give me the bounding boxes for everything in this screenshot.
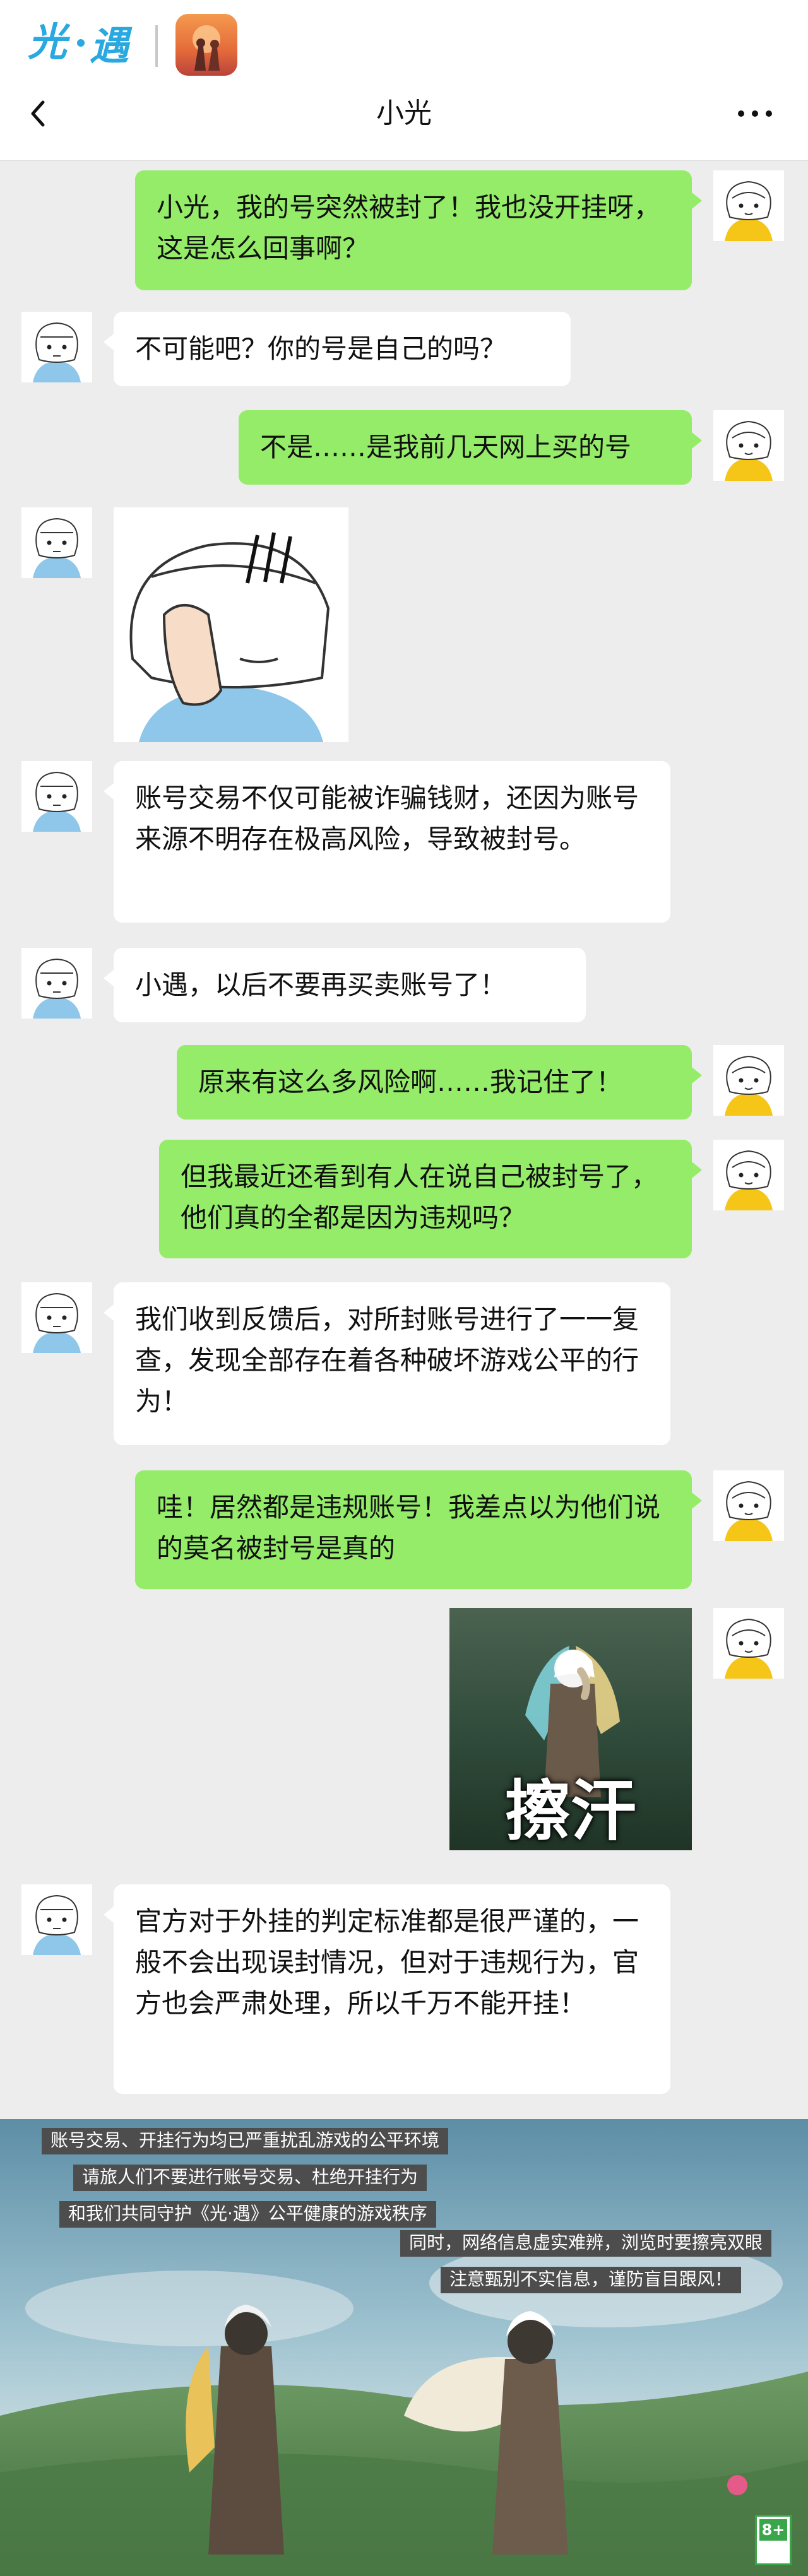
banner-caption: 和我们共同守护《光·遇》公平健康的游戏秩序 — [59, 2201, 436, 2228]
sticker-caption: 擦汗 — [504, 1773, 636, 1850]
bubble-tail — [104, 334, 114, 350]
bubble-tail — [104, 1906, 114, 1923]
notice-banner-image: 账号交易、开挂行为均已严重扰乱游戏的公平环境 请旅人们不要进行账号交易、杜绝开挂… — [0, 2119, 808, 2576]
bubble-tail — [692, 192, 702, 209]
more-options-icon[interactable] — [730, 95, 780, 133]
age-rating-badge: 8+ — [755, 2515, 792, 2565]
svg-text:光: 光 — [28, 19, 71, 65]
contact-avatar[interactable] — [21, 948, 92, 1019]
my-avatar[interactable] — [713, 410, 784, 481]
banner-caption: 账号交易、开挂行为均已严重扰乱游戏的公平环境 — [42, 2128, 449, 2154]
message-bubble-sent[interactable]: 小光，我的号突然被封了！我也没开挂呀，这是怎么回事啊？ — [135, 170, 692, 290]
chat-title: 小光 — [376, 97, 432, 129]
message-bubble-sent[interactable]: 哇！居然都是违规账号！我差点以为他们说的莫名被封号是真的 — [135, 1470, 692, 1589]
age-rating-text: 8+ — [759, 2519, 787, 2541]
contact-avatar[interactable] — [21, 507, 92, 578]
message-bubble-received[interactable]: 账号交易不仅可能被诈骗钱财，还因为账号来源不明存在极高风险，导致被封号。 — [114, 761, 670, 923]
bubble-tail — [692, 1067, 702, 1084]
my-avatar[interactable] — [713, 170, 784, 241]
message-bubble-sent[interactable]: 不是……是我前几天网上买的号 — [239, 410, 692, 485]
contact-avatar[interactable] — [21, 761, 92, 832]
bubble-tail — [692, 432, 702, 449]
my-avatar[interactable] — [713, 1045, 784, 1116]
wipe-sweat-sticker[interactable]: 擦汗 — [449, 1608, 692, 1850]
contact-avatar[interactable] — [21, 1884, 92, 1955]
message-bubble-received[interactable]: 不可能吧？你的号是自己的吗？ — [114, 312, 571, 386]
sky-logo: 光 遇 — [27, 13, 153, 69]
app-icon[interactable] — [175, 14, 237, 76]
my-avatar[interactable] — [713, 1140, 784, 1210]
message-bubble-sent[interactable]: 原来有这么多风险啊……我记住了！ — [177, 1045, 692, 1120]
contact-avatar[interactable] — [21, 1282, 92, 1353]
banner-caption: 同时，网络信息虚实难辨，浏览时要擦亮双眼 — [400, 2230, 772, 2257]
my-avatar[interactable] — [713, 1470, 784, 1541]
message-bubble-received[interactable]: 官方对于外挂的判定标准都是很严谨的，一般不会出现误封情况，但对于违规行为，官方也… — [114, 1884, 670, 2094]
bubble-tail — [692, 1162, 702, 1178]
message-bubble-received[interactable]: 我们收到反馈后，对所封账号进行了一一复查，发现全部存在着各种破坏游戏公平的行为！ — [114, 1282, 670, 1445]
facepalm-sticker[interactable] — [114, 507, 348, 742]
bubble-tail — [104, 1304, 114, 1321]
bubble-tail — [104, 783, 114, 800]
message-bubble-sent[interactable]: 但我最近还看到有人在说自己被封号了，他们真的全都是因为违规吗？ — [159, 1140, 692, 1258]
message-bubble-received[interactable]: 小遇，以后不要再买卖账号了！ — [114, 948, 586, 1022]
banner-caption: 注意甄别不实信息，谨防盲目跟风！ — [441, 2267, 742, 2293]
svg-text:遇: 遇 — [90, 23, 133, 69]
banner-caption: 请旅人们不要进行账号交易、杜绝开挂行为 — [73, 2165, 427, 2191]
bubble-tail — [104, 970, 114, 986]
my-avatar[interactable] — [713, 1608, 784, 1679]
contact-avatar[interactable] — [21, 312, 92, 382]
back-arrow-icon[interactable] — [25, 95, 50, 133]
divider — [155, 25, 158, 67]
bubble-tail — [692, 1492, 702, 1509]
